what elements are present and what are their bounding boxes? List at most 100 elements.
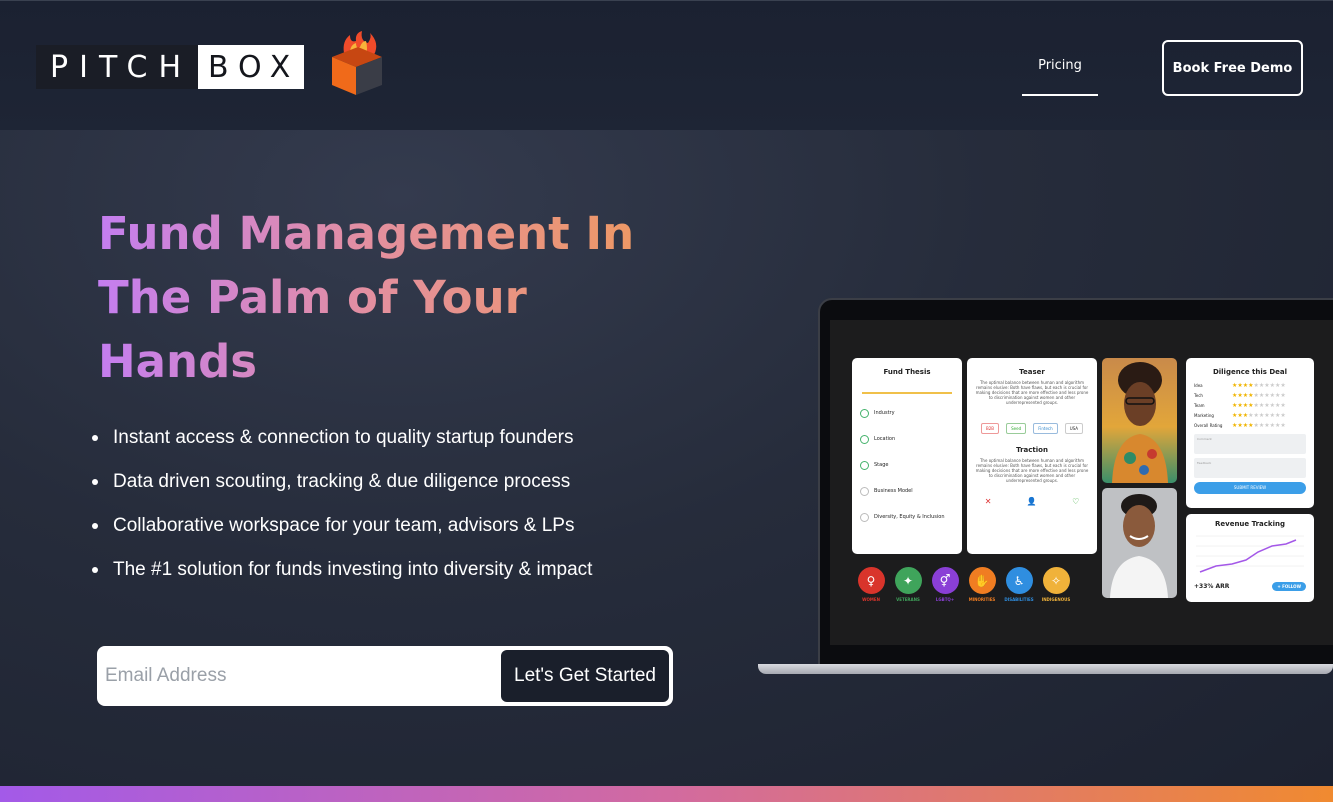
thesis-row-label: Industry <box>874 410 895 416</box>
arr-value: +33% ARR <box>1194 583 1230 590</box>
badge-label: LGBTQ+ <box>935 597 955 602</box>
thesis-row: Location <box>860 426 962 452</box>
thesis-row: Business Model <box>860 478 962 504</box>
check-icon <box>860 486 869 496</box>
badge-label: DISABILITIES <box>1004 597 1034 602</box>
badge-lgbtq: ⚥ LGBTQ+ <box>930 567 960 602</box>
traction-text: The optimal balance between human and al… <box>975 458 1089 483</box>
founder-photo-man <box>1102 488 1177 598</box>
teaser-tags: B2B Seed Fintech USA <box>967 415 1097 434</box>
pitchbox-logo[interactable]: PITCH BOX <box>36 31 382 95</box>
check-icon <box>860 460 869 470</box>
rating-label: Tech <box>1194 392 1203 398</box>
fund-thesis-card: Fund Thesis Industry Location Stage Busi… <box>852 358 962 554</box>
close-icon[interactable]: ✕ <box>985 497 992 506</box>
revenue-chart <box>1196 535 1304 573</box>
signup-form: Let's Get Started <box>97 646 673 706</box>
rating-stars: ★★★★★★★★★★ <box>1232 401 1286 409</box>
fund-thesis-title: Fund Thesis <box>883 368 931 376</box>
check-icon <box>860 434 869 444</box>
nav-pricing-link[interactable]: Pricing <box>1022 53 1098 96</box>
thesis-row-label: Diversity, Equity & Inclusion <box>874 514 945 520</box>
check-icon <box>860 512 869 522</box>
check-icon <box>860 408 869 418</box>
rating-row: Idea ★★★★★★★★★★ <box>1194 380 1314 390</box>
badge-label: INDIGENOUS <box>1041 597 1071 602</box>
rating-label: Marketing <box>1194 412 1214 418</box>
thesis-progress <box>862 392 952 394</box>
comment-field[interactable]: Comment <box>1194 434 1306 454</box>
book-demo-button[interactable]: Book Free Demo <box>1162 40 1303 96</box>
minorities-icon: ✋ <box>968 567 996 594</box>
diligence-card: Diligence this Deal Idea ★★★★★★★★★★ Tech ★… <box>1186 358 1314 508</box>
rating-row: Overall Rating ★★★★★★★★★★ <box>1194 420 1314 430</box>
tag: B2B <box>980 423 1000 434</box>
follow-button[interactable]: + FOLLOW <box>1272 582 1306 591</box>
rating-row: Tech ★★★★★★★★★★ <box>1194 390 1314 400</box>
heart-icon[interactable]: ♡ <box>1072 497 1079 506</box>
rating-row: Marketing ★★★★★★★★★★ <box>1194 410 1314 420</box>
feature-list: Instant access & connection to quality s… <box>92 424 592 600</box>
rating-row: Team ★★★★★★★★★★ <box>1194 400 1314 410</box>
woman-portrait-icon <box>1112 362 1168 483</box>
gradient-footer-bar <box>0 786 1333 802</box>
rating-stars: ★★★★★★★★★★ <box>1232 381 1286 389</box>
email-input[interactable] <box>101 650 501 702</box>
thesis-row: Stage <box>860 452 962 478</box>
flaming-box-icon <box>332 31 382 95</box>
submit-review-button[interactable]: SUBMIT REVIEW <box>1194 482 1306 494</box>
diligence-title: Diligence this Deal <box>1212 368 1288 376</box>
traction-actions: ✕ 👤 ♡ <box>967 497 1097 506</box>
feedback-field[interactable]: Feedback <box>1194 458 1306 478</box>
lgbtq-icon: ⚥ <box>931 567 959 594</box>
site-header: PITCH BOX Pricing Book Free Demo <box>0 0 1333 130</box>
women-icon: ♀ <box>857 567 885 594</box>
thesis-row-label: Business Model <box>874 488 913 494</box>
diversity-badges: ♀ WOMEN ✦ VETERANS ⚥ LGBTQ+ ✋ MINORITIES ♿ DI… <box>856 567 1078 602</box>
thesis-row: Industry <box>860 400 962 426</box>
laptop-base <box>758 664 1333 674</box>
tag: Fintech <box>1033 423 1058 434</box>
revenue-card: Revenue Tracking +33% ARR + FOLLOW <box>1186 514 1314 602</box>
indigenous-icon: ✧ <box>1042 567 1070 594</box>
rating-stars: ★★★★★★★★★★ <box>1232 411 1286 419</box>
rating-label: Overall Rating <box>1194 422 1223 428</box>
founder-photo-woman <box>1102 358 1177 483</box>
rating-stars: ★★★★★★★★★★ <box>1232 421 1286 429</box>
teaser-title: Teaser <box>1019 368 1045 376</box>
badge-minorities: ✋ MINORITIES <box>967 567 997 602</box>
badge-label: WOMEN <box>862 597 880 602</box>
traction-title: Traction <box>1016 446 1048 454</box>
tag: Seed <box>1006 423 1027 434</box>
add-user-icon[interactable]: 👤 <box>1027 497 1037 506</box>
get-started-button[interactable]: Let's Get Started <box>501 650 669 702</box>
badge-disabilities: ♿ DISABILITIES <box>1004 567 1034 602</box>
disabilities-icon: ♿ <box>1005 567 1033 594</box>
revenue-footer: +33% ARR + FOLLOW <box>1186 582 1314 591</box>
hero-headline: Fund Management In The Palm of Your Hand… <box>98 202 698 394</box>
rating-label: Team <box>1194 402 1205 408</box>
laptop-screen: Fund Thesis Industry Location Stage Busi… <box>830 320 1333 645</box>
badge-label: VETERANS <box>896 597 920 602</box>
rating-stars: ★★★★★★★★★★ <box>1232 391 1286 399</box>
badge-veterans: ✦ VETERANS <box>893 567 923 602</box>
badge-label: MINORITIES <box>968 597 996 602</box>
logo-text-box: BOX <box>198 45 304 89</box>
veterans-icon: ✦ <box>894 567 922 594</box>
logo-text-pitch: PITCH <box>36 45 198 89</box>
badge-women: ♀ WOMEN <box>856 567 886 602</box>
feature-item: Data driven scouting, tracking & due dil… <box>92 468 592 512</box>
tag: USA <box>1064 423 1084 434</box>
thesis-row-label: Stage <box>874 462 889 468</box>
laptop-screen-frame: Fund Thesis Industry Location Stage Busi… <box>818 298 1333 666</box>
thesis-row: Diversity, Equity & Inclusion <box>860 504 962 530</box>
laptop-mockup: Fund Thesis Industry Location Stage Busi… <box>758 298 1333 678</box>
revenue-title: Revenue Tracking <box>1215 520 1285 528</box>
rating-list: Idea ★★★★★★★★★★ Tech ★★★★★★★★★★ Team ★★★★★★… <box>1186 380 1314 430</box>
feature-item: Collaborative workspace for your team, a… <box>92 512 592 556</box>
rating-label: Idea <box>1194 382 1203 388</box>
man-portrait-icon <box>1110 494 1168 598</box>
teaser-text: The optimal balance between human and al… <box>975 380 1089 405</box>
feature-item: The #1 solution for funds investing into… <box>92 556 592 600</box>
feature-item: Instant access & connection to quality s… <box>92 424 592 468</box>
